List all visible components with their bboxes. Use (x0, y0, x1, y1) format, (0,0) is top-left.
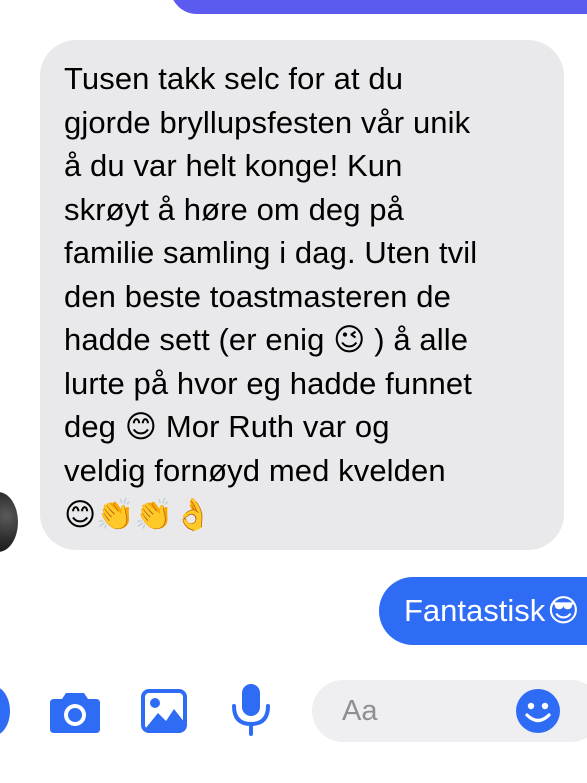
smiley-emoji-icon[interactable] (515, 688, 561, 734)
microphone-icon[interactable] (231, 682, 271, 738)
outgoing-message-emoji: 😎 (547, 593, 580, 629)
image-icon[interactable] (141, 689, 187, 733)
incoming-message-emojis: 😊👏👏👌 (64, 497, 213, 533)
chat-screen: Tusen takk selc for at du gjorde bryllup… (0, 0, 587, 783)
contact-avatar[interactable] (0, 492, 18, 552)
previous-outgoing-message-bubble[interactable] (170, 0, 587, 14)
outgoing-message-text: Fantastisk (404, 593, 546, 628)
incoming-message-bubble[interactable]: Tusen takk selc for at du gjorde bryllup… (40, 40, 564, 550)
outgoing-message-bubble[interactable]: Fantastisk 😎 (379, 577, 587, 645)
camera-icon[interactable] (50, 689, 100, 733)
incoming-message-text: Tusen takk selc for at du gjorde bryllup… (64, 61, 478, 488)
